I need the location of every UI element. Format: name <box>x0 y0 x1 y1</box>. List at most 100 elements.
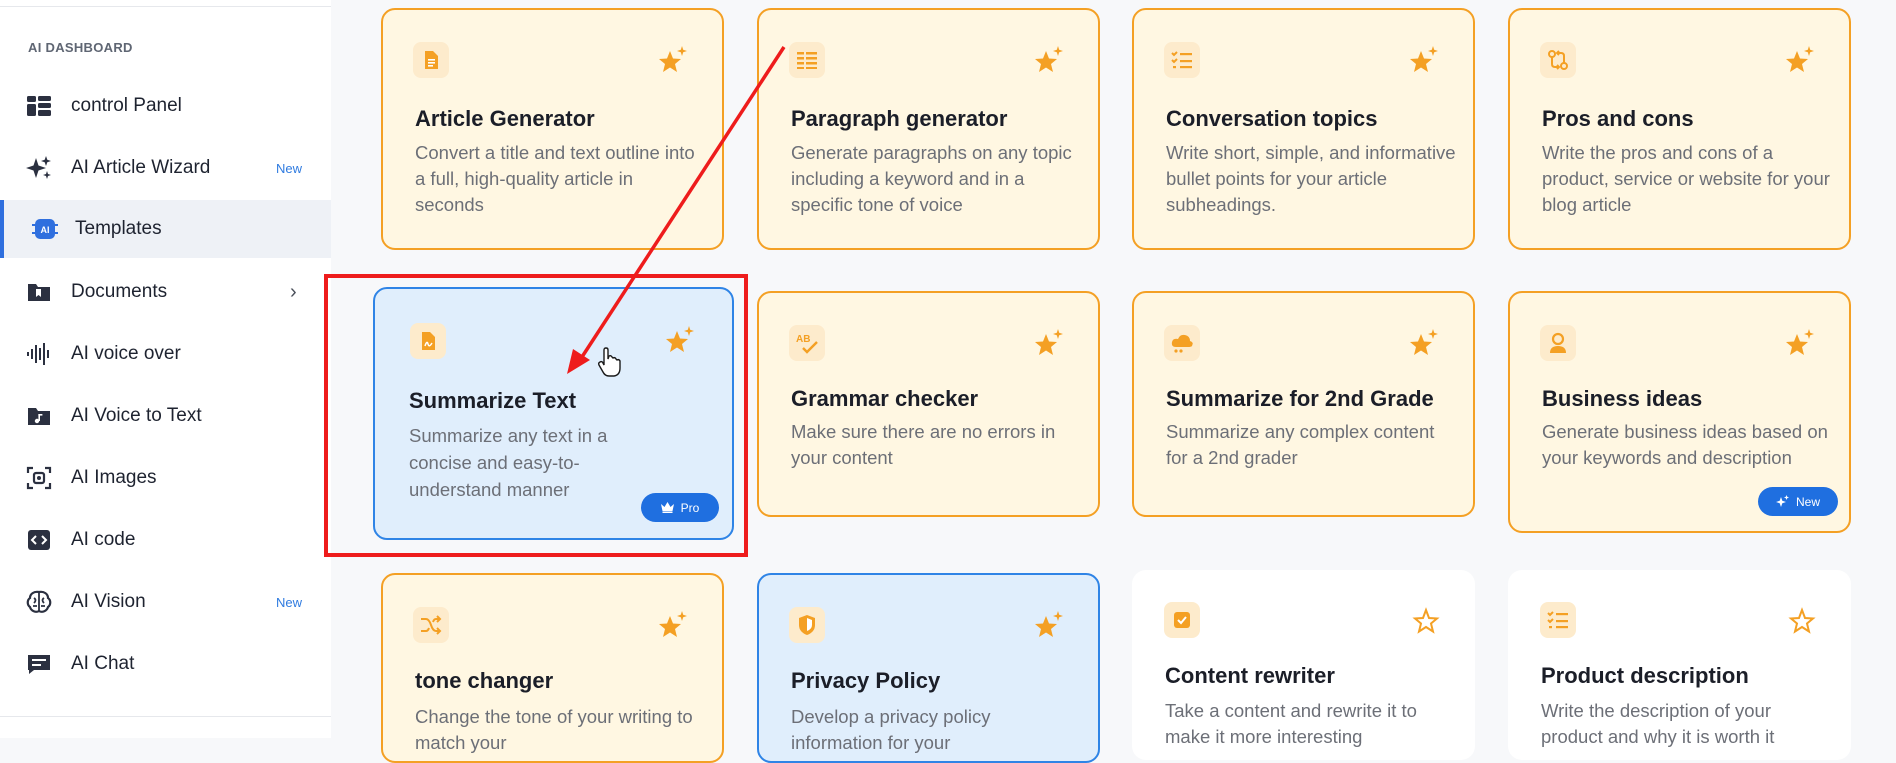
star-sparkle-icon[interactable] <box>1034 46 1064 76</box>
card-title: Paragraph generator <box>791 106 1008 131</box>
divider <box>0 6 331 7</box>
svg-text:AB: AB <box>796 334 810 345</box>
document-icon <box>413 42 449 78</box>
checklist-icon <box>1164 42 1200 78</box>
template-card-conversation-topics[interactable]: Conversation topics Write short, simple,… <box>1132 8 1475 250</box>
star-outline-icon[interactable] <box>1787 606 1817 636</box>
card-title: Content rewriter <box>1165 663 1335 688</box>
chat-icon <box>28 655 50 674</box>
template-card-grammar-checker[interactable]: AB Grammar checker Make sure there are n… <box>757 291 1100 517</box>
crown-icon <box>660 502 674 513</box>
template-card-article-generator[interactable]: Article Generator Convert a title and te… <box>381 8 724 250</box>
sparkles-icon <box>1775 495 1789 507</box>
card-title: Article Generator <box>415 106 595 131</box>
star-sparkle-icon[interactable] <box>658 46 688 76</box>
card-title: Privacy Policy <box>791 668 941 693</box>
card-description: Write the description of your product an… <box>1541 700 1775 747</box>
sidebar-item-ai-voice-over[interactable]: AI voice over <box>0 325 331 383</box>
star-sparkle-icon[interactable] <box>1409 329 1439 359</box>
card-title: Summarize Text <box>409 388 577 413</box>
new-badge-label: New <box>1795 494 1820 509</box>
template-card-summarize-2nd-grade[interactable]: Summarize for 2nd Grade Summarize any co… <box>1132 291 1475 517</box>
star-outline-icon[interactable] <box>1411 606 1441 636</box>
sidebar-item-label: Templates <box>75 218 162 239</box>
shuffle-icon <box>413 607 449 643</box>
sidebar-item-templates[interactable]: AI Templates <box>0 200 331 258</box>
svg-text:AI: AI <box>41 225 50 235</box>
template-card-content-rewriter[interactable]: Content rewriter Take a content and rewr… <box>1132 570 1475 760</box>
sidebar-section-title: AI DASHBOARD <box>28 40 133 55</box>
sidebar-item-label: AI Article Wizard <box>71 157 211 178</box>
star-sparkle-icon[interactable] <box>1034 329 1064 359</box>
dashboard-grid-icon <box>27 96 51 116</box>
shield-icon <box>789 607 825 643</box>
new-badge: New <box>276 160 303 176</box>
template-card-product-description[interactable]: Product description Write the descriptio… <box>1508 570 1851 760</box>
sidebar-item-label: control Panel <box>71 95 182 116</box>
card-title: Business ideas <box>1542 386 1703 411</box>
code-icon <box>28 530 50 550</box>
user-icon <box>1540 325 1576 361</box>
card-title: Product description <box>1541 663 1749 688</box>
star-sparkle-icon[interactable] <box>1785 46 1815 76</box>
card-description: Generate paragraphs on any topic includi… <box>791 142 1072 215</box>
card-description: Generate business ideas based on your ke… <box>1542 421 1828 468</box>
star-sparkle-icon[interactable] <box>1409 46 1439 76</box>
brain-icon <box>26 590 52 613</box>
star-sparkle-icon[interactable] <box>658 611 688 641</box>
pro-badge: Pro <box>641 493 719 522</box>
card-title: Summarize for 2nd Grade <box>1166 386 1434 411</box>
star-sparkle-icon[interactable] <box>1785 329 1815 359</box>
sidebar-item-ai-article-wizard[interactable]: AI Article Wizard New <box>0 139 331 197</box>
template-card-summarize-text[interactable]: Summarize Text Summarize any text in a c… <box>373 287 734 540</box>
sidebar-item-ai-code[interactable]: AI code <box>0 511 331 569</box>
sidebar-item-label: AI voice over <box>71 343 181 364</box>
sidebar-item-control-panel[interactable]: control Panel <box>0 77 331 135</box>
swap-icon <box>1540 42 1576 78</box>
template-card-paragraph-generator[interactable]: Paragraph generator Generate paragraphs … <box>757 8 1100 250</box>
waveform-icon <box>27 343 49 365</box>
sidebar-item-ai-images[interactable]: AI Images <box>0 449 331 507</box>
card-title: Pros and cons <box>1542 106 1694 131</box>
spellcheck-icon: AB <box>789 325 825 361</box>
sidebar-item-ai-vision[interactable]: AI Vision New <box>0 573 331 631</box>
template-card-tone-changer[interactable]: tone changer Change the tone of your wri… <box>381 573 724 763</box>
card-description: Change the tone of your writing to match… <box>415 706 693 753</box>
new-badge: New <box>276 594 303 610</box>
card-description: Write short, simple, and informative bul… <box>1166 142 1456 215</box>
card-description: Develop a privacy policy information for… <box>791 706 991 753</box>
list-icon <box>1540 602 1576 638</box>
sidebar-item-label: AI Voice to Text <box>71 405 202 426</box>
card-title: Grammar checker <box>791 386 979 411</box>
pro-badge-label: Pro <box>680 500 700 515</box>
card-description: Summarize any complex content for a 2nd … <box>1166 421 1435 468</box>
folder-icon <box>28 284 50 301</box>
card-description: Make sure there are no errors in your co… <box>791 421 1056 468</box>
template-card-privacy-policy[interactable]: Privacy Policy Develop a privacy policy … <box>757 573 1100 763</box>
sidebar-item-ai-chat[interactable]: AI Chat <box>0 635 331 693</box>
sidebar-item-label: AI Images <box>71 467 157 488</box>
music-folder-icon <box>28 408 50 425</box>
star-sparkle-icon[interactable] <box>665 326 695 356</box>
card-title: tone changer <box>415 668 554 693</box>
new-badge: New <box>1758 487 1838 516</box>
sidebar-item-label: AI code <box>71 529 136 550</box>
star-sparkle-icon[interactable] <box>1034 611 1064 641</box>
sidebar-item-documents[interactable]: Documents › <box>0 263 331 321</box>
checkbox-icon <box>1164 602 1200 638</box>
card-description: Take a content and rewrite it to make it… <box>1165 700 1417 747</box>
pdf-file-icon <box>410 323 446 359</box>
paragraph-icon <box>789 42 825 78</box>
chevron-right-icon[interactable]: › <box>290 281 297 304</box>
divider <box>0 716 331 717</box>
template-card-pros-and-cons[interactable]: Pros and cons Write the pros and cons of… <box>1508 8 1851 250</box>
card-title: Conversation topics <box>1166 106 1378 131</box>
template-card-business-ideas[interactable]: Business ideas Generate business ideas b… <box>1508 291 1851 533</box>
card-description: Summarize any text in a concise and easy… <box>409 425 608 500</box>
sidebar-item-label: AI Vision <box>71 591 146 612</box>
ai-chip-icon: AI <box>32 219 58 239</box>
sidebar-item-label: AI Chat <box>71 653 135 674</box>
sidebar-item-label: Documents <box>71 281 168 302</box>
card-description: Write the pros and cons of a product, se… <box>1542 142 1830 215</box>
sidebar-item-ai-voice-to-text[interactable]: AI Voice to Text <box>0 387 331 445</box>
